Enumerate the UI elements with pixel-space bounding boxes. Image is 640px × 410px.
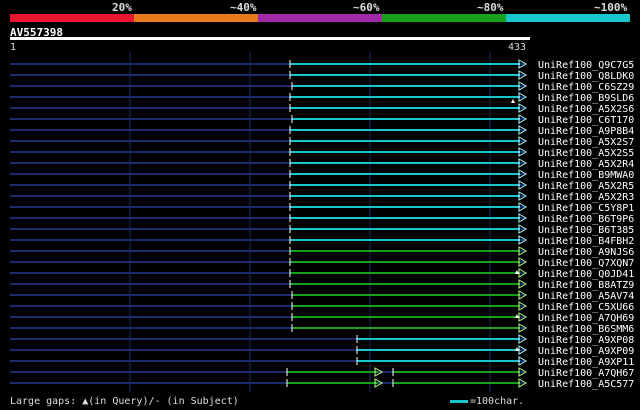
hit-label[interactable]: UniRef100_C6SZ29 [538,82,634,93]
scale-legend: =100char. [450,396,524,407]
hit-label[interactable]: UniRef100_B9MWA0 [538,170,634,181]
hit-label[interactable]: UniRef100_A7QH69 [538,313,634,324]
hit-label[interactable]: UniRef100_A5X2R3 [538,192,634,203]
hit-label[interactable]: UniRef100_Q0JD41 [538,269,634,280]
hit-label[interactable]: UniRef100_B6T9P6 [538,214,634,225]
hit-label[interactable]: UniRef100_A9NJS6 [538,247,634,258]
hit-label[interactable]: UniRef100_B6T385 [538,225,634,236]
hit-label[interactable]: UniRef100_B9SLD6 [538,93,634,104]
hit-label[interactable]: UniRef100_A7QH67 [538,368,634,379]
hit-label[interactable]: UniRef100_A5X2S6 [538,104,634,115]
hit-label[interactable]: UniRef100_B6SMM6 [538,324,634,335]
hit-label[interactable]: UniRef100_A9P8B4 [538,126,634,137]
hit-label[interactable]: UniRef100_A5X2S7 [538,137,634,148]
hit-label[interactable]: UniRef100_A9XP11 [538,357,634,368]
large-gaps-note: Large gaps: ▲(in Query)/- (in Subject) [10,396,239,407]
hit-label[interactable]: UniRef100_C5Y8P1 [538,203,634,214]
hit-label[interactable]: UniRef100_A5X2S5 [538,148,634,159]
hit-label[interactable]: UniRef100_Q8LDK0 [538,71,634,82]
hit-label[interactable]: UniRef100_A5X2R4 [538,159,634,170]
scale-swatch [450,399,468,403]
scale-text: =100char. [470,396,525,407]
hit-label[interactable]: UniRef100_C6T170 [538,115,634,126]
hit-label[interactable]: UniRef100_A5X2R5 [538,181,634,192]
hit-label[interactable]: UniRef100_Q7XQN7 [538,258,634,269]
hit-label[interactable]: UniRef100_C5XU66 [538,302,634,313]
hit-label[interactable]: UniRef100_B8ATZ9 [538,280,634,291]
hit-label[interactable]: UniRef100_A9XP08 [538,335,634,346]
hit-label[interactable]: UniRef100_Q9C7G5 [538,60,634,71]
hit-label[interactable]: UniRef100_A5AV74 [538,291,634,302]
hit-label[interactable]: UniRef100_A9XP09 [538,346,634,357]
hit-alignment-plot: UniRef100_Q9C7G5UniRef100_Q8LDK0UniRef10… [10,52,634,392]
hit-label[interactable]: UniRef100_B4FBH2 [538,236,634,247]
query-gap-icon [511,99,515,103]
hit-label[interactable]: UniRef100_A5C577 [538,379,634,390]
